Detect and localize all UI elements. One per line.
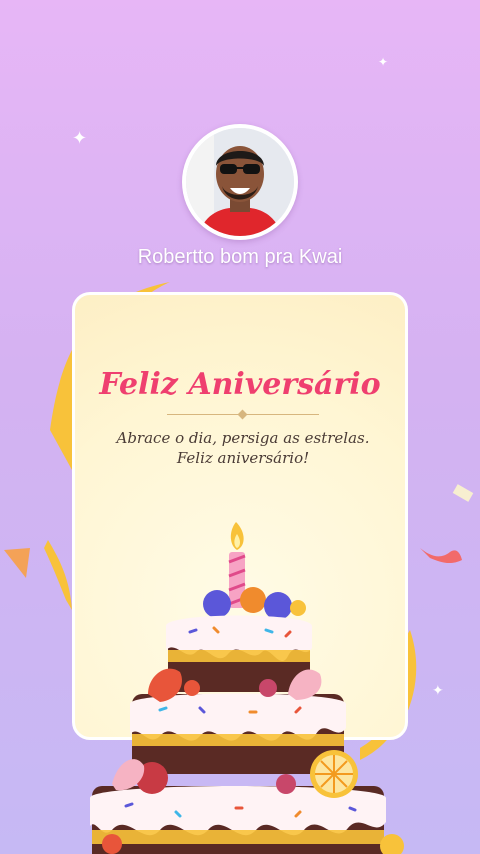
- birthday-cake-illustration: [90, 522, 404, 854]
